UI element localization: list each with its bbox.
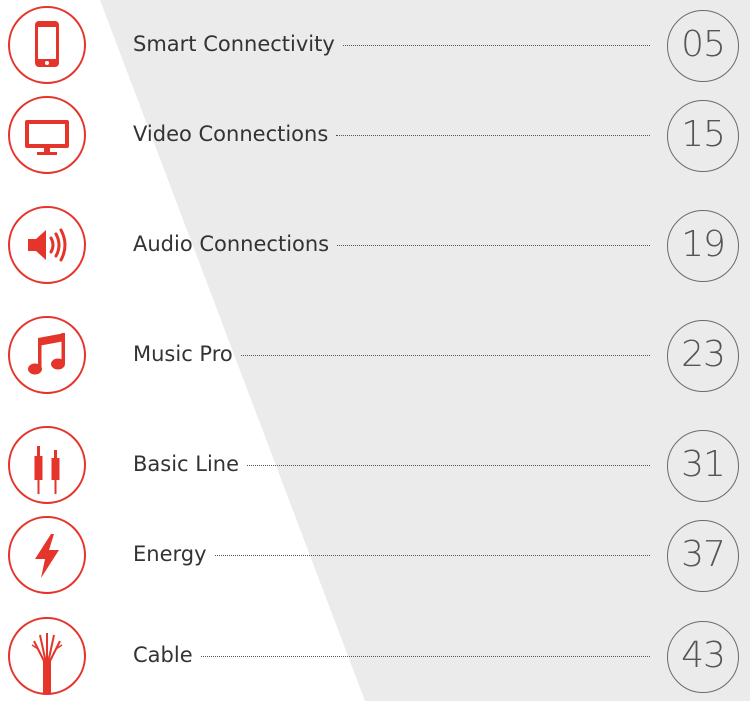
page-number: 31 [667, 430, 739, 502]
toc-entry-basic-line[interactable]: Basic Line 31 [0, 420, 750, 510]
toc-entry-energy[interactable]: Energy 37 [0, 510, 750, 600]
toc-entry-label: Cable [133, 643, 193, 667]
toc-entry-label: Energy [133, 542, 207, 566]
dotted-leader [337, 245, 650, 246]
page-number: 43 [667, 621, 739, 693]
music-note-icon [8, 316, 86, 394]
toc-entry-video-connections[interactable]: Video Connections 15 [0, 90, 750, 180]
toc-entry-music-pro[interactable]: Music Pro 23 [0, 310, 750, 400]
smartphone-icon [8, 6, 86, 84]
toc-entry-label: Music Pro [133, 342, 233, 366]
table-of-contents: Smart Connectivity 05 Video Connections … [0, 0, 750, 701]
speaker-icon [8, 206, 86, 284]
toc-entry-label: Basic Line [133, 452, 240, 476]
toc-entry-label: Smart Connectivity [133, 32, 335, 56]
toc-entry-cable[interactable]: Cable 43 [0, 611, 750, 701]
lightning-bolt-icon [8, 516, 86, 594]
page-number: 19 [667, 210, 739, 282]
dotted-leader [215, 555, 650, 556]
toc-entry-label: Audio Connections [133, 232, 330, 256]
toc-entry-smart-connectivity[interactable]: Smart Connectivity 05 [0, 0, 750, 90]
dotted-leader [247, 465, 650, 466]
dotted-leader [343, 45, 650, 46]
dotted-leader [336, 135, 650, 136]
toc-entry-label: Video Connections [133, 122, 329, 146]
monitor-icon [8, 96, 86, 174]
page-number: 15 [667, 100, 739, 172]
cable-wires-icon [8, 617, 86, 695]
page-number: 05 [667, 10, 739, 82]
page-number: 23 [667, 320, 739, 392]
page-number: 37 [667, 520, 739, 592]
jack-plug-icon [8, 426, 86, 504]
dotted-leader [241, 355, 650, 356]
dotted-leader [201, 656, 650, 657]
toc-entry-audio-connections[interactable]: Audio Connections 19 [0, 200, 750, 290]
